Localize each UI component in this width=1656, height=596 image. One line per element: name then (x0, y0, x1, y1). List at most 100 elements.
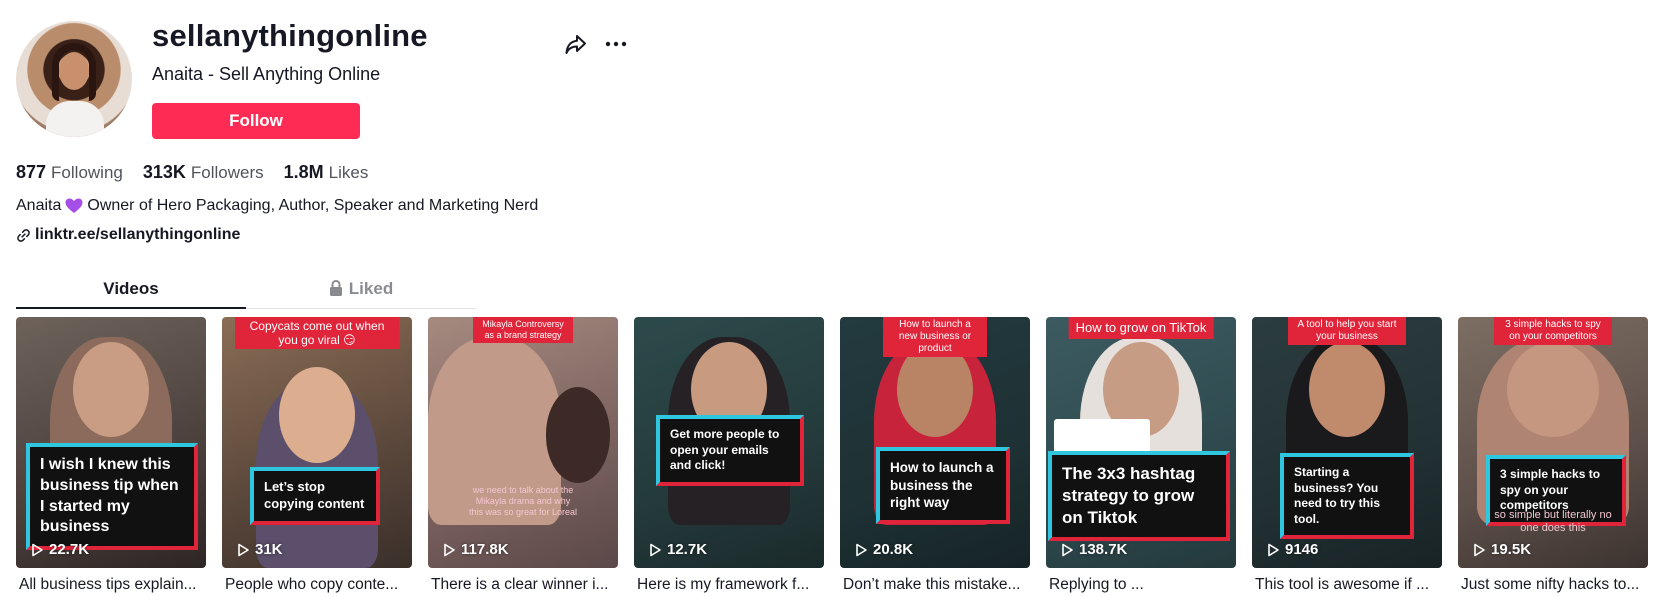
video-description[interactable]: People who copy conte... (222, 576, 412, 594)
following-count: 877 (16, 162, 47, 182)
followers-count: 313K (142, 162, 186, 182)
play-icon (444, 543, 455, 556)
play-icon (856, 543, 867, 556)
video-views-count: 12.7K (667, 541, 708, 558)
video-top-tag: A tool to help you start your business (1288, 317, 1406, 345)
video-views: 138.7K (1060, 541, 1127, 558)
video-card[interactable]: Copycats come out when you go viral 😏 Le… (222, 317, 412, 594)
video-thumbnail[interactable]: Get more people to open your emails and … (634, 317, 824, 568)
video-views: 22.7K (30, 541, 89, 558)
video-card[interactable]: A tool to help you start your business S… (1252, 317, 1442, 594)
tab-liked-label: Liked (348, 279, 394, 298)
video-views: 117.8K (442, 541, 509, 558)
profile-nickname: Anaita - Sell Anything Online (152, 64, 381, 84)
video-views-count: 19.5K (1491, 541, 1532, 558)
thumb-face (545, 387, 611, 483)
video-card[interactable]: Mikayla Controversy as a brand strategy … (428, 317, 618, 594)
video-overlay-text: we need to talk about the Mikayla drama … (468, 485, 578, 517)
video-card[interactable]: How to launch a new business or product … (840, 317, 1030, 594)
video-views-count: 31K (255, 541, 283, 558)
video-caption: Starting a business? You need to try thi… (1280, 453, 1414, 540)
video-views: 31K (236, 541, 283, 558)
play-icon (1268, 543, 1279, 556)
likes-count: 1.8M (283, 162, 324, 182)
video-top-tag: How to grow on TikTok (1068, 317, 1214, 339)
play-icon (1474, 543, 1485, 556)
profile-tabs: Videos Liked (16, 275, 476, 309)
video-card[interactable]: Get more people to open your emails and … (634, 317, 824, 594)
tab-active-indicator (16, 307, 246, 309)
video-thumbnail[interactable]: Copycats come out when you go viral 😏 Le… (222, 317, 412, 568)
purple-heart-icon (65, 198, 83, 213)
bio-text: Owner of Hero Packaging, Author, Speaker… (87, 197, 539, 214)
video-card[interactable]: I wish I knew this business tip when I s… (16, 317, 206, 594)
following-label: Following (51, 163, 123, 182)
thumb-face (1309, 342, 1385, 438)
tab-videos-label: Videos (103, 279, 159, 298)
video-top-tag: How to launch a new business or product (883, 317, 987, 357)
video-views-count: 9146 (1285, 541, 1319, 558)
video-description[interactable]: Just some nifty hacks to... (1458, 576, 1648, 594)
share-icon[interactable] (563, 31, 589, 57)
video-caption: How to launch a business the right way (876, 447, 1010, 524)
profile-link[interactable]: linktr.ee/sellanythingonline (16, 226, 240, 244)
video-thumbnail[interactable]: How to grow on TikTok The 3x3 hashtag st… (1046, 317, 1236, 568)
profile-bio: Anaita Owner of Hero Packaging, Author, … (16, 197, 538, 215)
avatar-shirt (46, 101, 104, 137)
followers-label: Followers (190, 163, 264, 182)
thumb-face (279, 367, 355, 463)
video-description[interactable]: Don’t make this mistake... (840, 576, 1030, 594)
video-caption: I wish I knew this business tip when I s… (26, 443, 198, 551)
video-thumbnail[interactable]: I wish I knew this business tip when I s… (16, 317, 206, 568)
video-views-count: 22.7K (49, 541, 90, 558)
stat-following[interactable]: 877 Following (16, 162, 123, 183)
video-caption: The 3x3 hashtag strategy to grow on Tikt… (1048, 451, 1230, 542)
video-card[interactable]: How to grow on TikTok The 3x3 hashtag st… (1046, 317, 1236, 594)
video-top-tag: Copycats come out when you go viral 😏 (235, 317, 399, 349)
tab-videos[interactable]: Videos (16, 275, 246, 309)
video-thumbnail[interactable]: Mikayla Controversy as a brand strategy … (428, 317, 618, 568)
avatar-face (59, 52, 89, 90)
profile-avatar[interactable] (16, 21, 132, 137)
lock-icon (329, 279, 342, 296)
profile-stats: 877 Following 313K Followers 1.8M Likes (16, 162, 368, 183)
video-description[interactable]: This tool is awesome if ... (1252, 576, 1442, 594)
profile-username: sellanythingonline (152, 18, 428, 53)
stat-followers[interactable]: 313K Followers (143, 162, 264, 183)
video-description[interactable]: Here is my framework f... (634, 576, 824, 594)
video-card[interactable]: 3 simple hacks to spy on your competitor… (1458, 317, 1648, 594)
video-views-count: 117.8K (461, 541, 509, 558)
video-description[interactable]: All business tips explain... (16, 576, 206, 594)
video-description[interactable]: Replying to ... (1046, 576, 1236, 594)
video-top-tag: 3 simple hacks to spy on your competitor… (1494, 317, 1612, 345)
link-icon (17, 228, 30, 242)
thumb-face (1507, 342, 1599, 438)
play-icon (1062, 543, 1073, 556)
tab-liked[interactable]: Liked (246, 275, 476, 309)
video-views: 19.5K (1472, 541, 1531, 558)
bio-prefix: Anaita (16, 197, 62, 214)
video-description[interactable]: There is a clear winner i... (428, 576, 618, 594)
thumb-face (73, 342, 149, 438)
follow-button[interactable]: Follow (152, 103, 360, 139)
video-thumbnail[interactable]: 3 simple hacks to spy on your competitor… (1458, 317, 1648, 568)
play-icon (238, 543, 249, 556)
video-thumbnail[interactable]: A tool to help you start your business S… (1252, 317, 1442, 568)
video-views: 20.8K (854, 541, 913, 558)
video-views-count: 138.7K (1079, 541, 1128, 558)
stat-likes: 1.8M Likes (284, 162, 369, 183)
video-grid: I wish I knew this business tip when I s… (16, 317, 1648, 594)
play-icon (650, 543, 661, 556)
play-icon (32, 543, 43, 556)
video-views-count: 20.8K (873, 541, 914, 558)
video-caption: Let’s stop copying content (250, 467, 380, 525)
video-overlay-text: so simple but literally no one does this (1494, 509, 1612, 534)
likes-label: Likes (328, 163, 369, 182)
video-thumbnail[interactable]: How to launch a new business or product … (840, 317, 1030, 568)
video-views: 12.7K (648, 541, 707, 558)
video-top-tag: Mikayla Controversy as a brand strategy (473, 317, 573, 343)
more-icon[interactable] (603, 31, 629, 57)
video-views: 9146 (1266, 541, 1318, 558)
link-text: linktr.ee/sellanythingonline (35, 226, 241, 243)
video-caption: Get more people to open your emails and … (656, 415, 804, 486)
